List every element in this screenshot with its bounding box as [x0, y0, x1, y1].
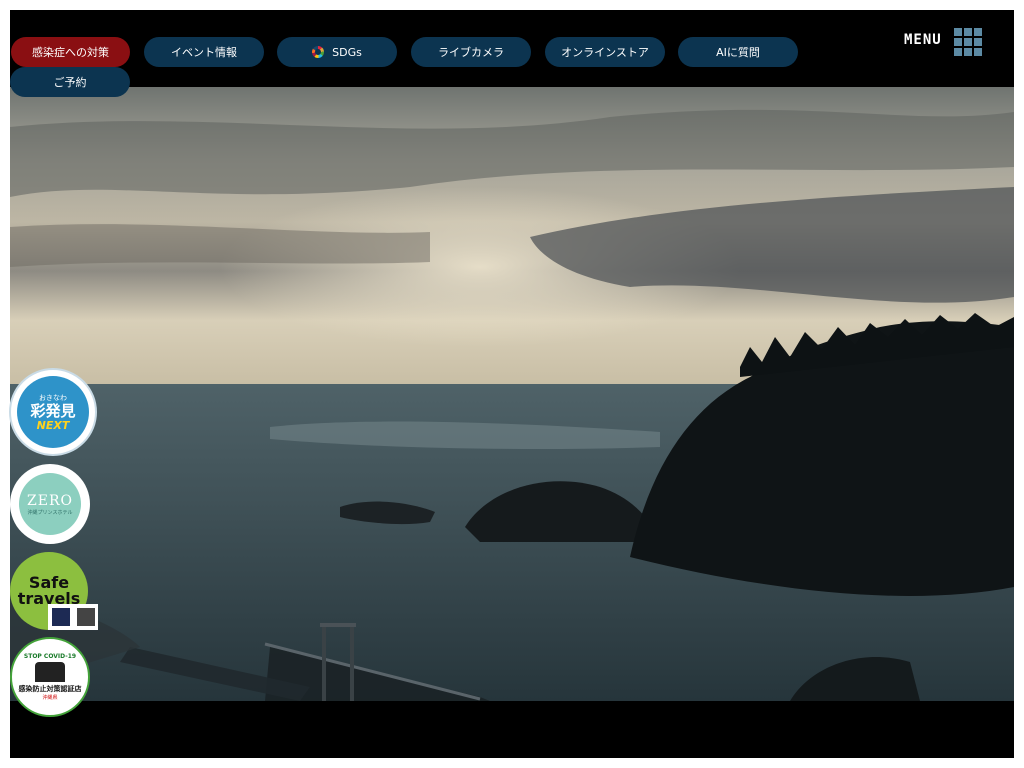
menu-label[interactable]: MENU: [904, 32, 942, 48]
badge-top-text: STOP COVID-19: [23, 653, 77, 660]
badge-subtitle: 沖縄プリンスホテル: [27, 509, 73, 516]
nav-label: オンラインストア: [561, 46, 649, 59]
grid-menu-icon[interactable]: [954, 28, 982, 56]
stop-covid-certified-badge[interactable]: STOP COVID-19 感染防止対策認証店 沖縄県: [10, 637, 90, 717]
nav-ask-ai-button[interactable]: AIに質問: [678, 37, 798, 67]
hero-scene: [10, 109, 1014, 701]
nav-label: イベント情報: [171, 46, 237, 59]
badge-inner: ZERO 沖縄プリンスホテル: [19, 473, 81, 535]
badge-inner: おきなわ 彩発見 NEXT: [17, 376, 89, 448]
page-frame: [10, 10, 1014, 758]
sdgs-wheel-icon: [312, 46, 325, 58]
nav-label: 感染症への対策: [32, 46, 109, 59]
nav-label: AIに質問: [716, 46, 760, 59]
nav-infection-measures-button[interactable]: 感染症への対策: [11, 37, 130, 67]
nav-sdgs-button[interactable]: SDGs: [277, 37, 397, 67]
nav-label: SDGs: [332, 45, 362, 59]
badge-line: NEXT: [36, 418, 70, 432]
badge-line: おきなわ: [39, 393, 67, 402]
badge-bottom-text: 感染防止対策認証店: [18, 685, 82, 693]
nav-reservation-button[interactable]: ご予約: [10, 67, 130, 97]
nav-label: ライブカメラ: [438, 46, 504, 59]
shisa-icon: [35, 662, 65, 682]
hero-image-sunset-coast: [10, 87, 1014, 701]
badge-title: ZERO: [27, 492, 73, 509]
nav-online-store-button[interactable]: オンラインストア: [545, 37, 665, 67]
nav-events-button[interactable]: イベント情報: [144, 37, 264, 67]
zero-prince-hotels-badge[interactable]: ZERO 沖縄プリンスホテル: [10, 464, 90, 544]
wttc-logo-icon: [48, 604, 98, 630]
nav-label: ご予約: [53, 76, 87, 89]
okinawa-ayahakken-next-badge[interactable]: おきなわ 彩発見 NEXT: [9, 368, 97, 456]
badge-pref-text: 沖縄県: [42, 695, 58, 701]
nav-live-camera-button[interactable]: ライブカメラ: [411, 37, 531, 67]
badge-line: 彩発見: [30, 401, 76, 420]
